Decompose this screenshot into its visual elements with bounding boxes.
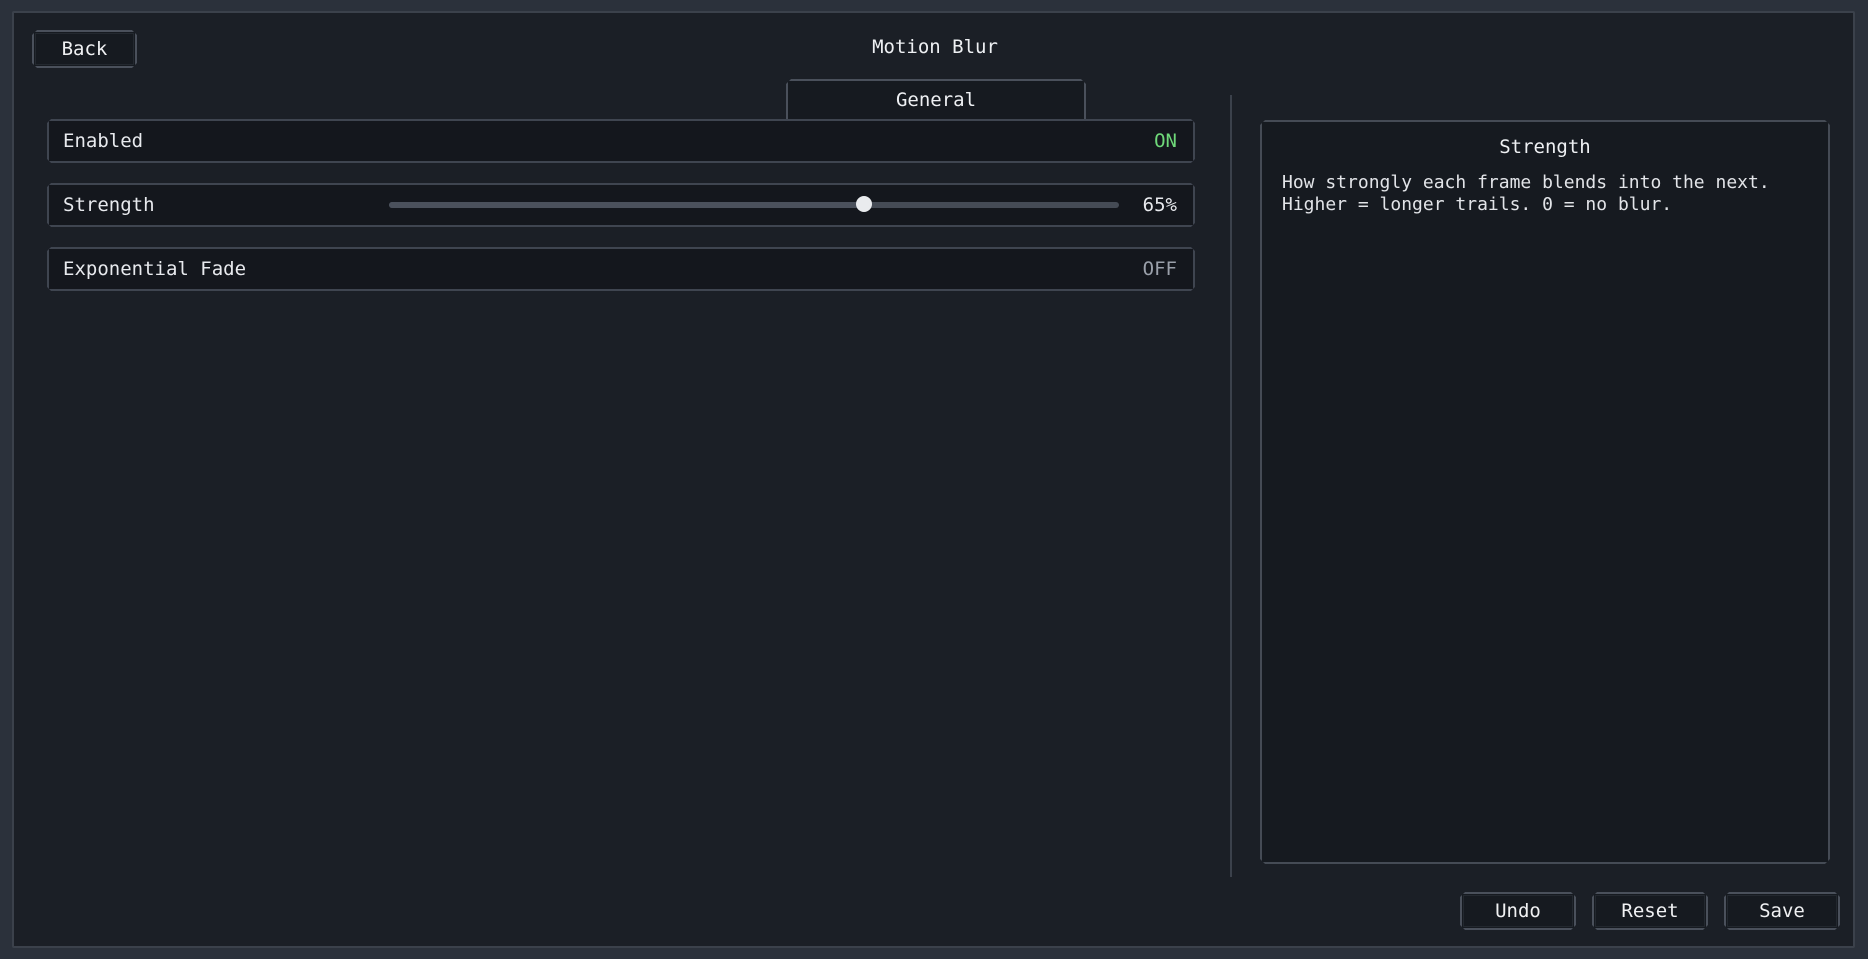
- slider-value: 65%: [1142, 194, 1177, 216]
- strength-slider-fill: [389, 202, 864, 208]
- setting-label: Exponential Fade: [63, 258, 247, 280]
- toggle-value[interactable]: OFF: [1143, 249, 1177, 289]
- info-panel-title: Strength: [1499, 136, 1591, 158]
- setting-row-strength[interactable]: Strength 65%: [47, 183, 1195, 227]
- info-panel: Strength How strongly each frame blends …: [1260, 120, 1830, 864]
- reset-button[interactable]: Reset: [1592, 892, 1708, 930]
- strength-slider-track[interactable]: [389, 202, 1119, 208]
- save-button[interactable]: Save: [1724, 892, 1840, 930]
- setting-label: Strength: [63, 194, 155, 216]
- info-description-line: Higher = longer trails. 0 = no blur.: [1282, 194, 1673, 215]
- setting-label: Enabled: [63, 130, 144, 152]
- page-title: Motion Blur: [872, 36, 998, 58]
- back-button[interactable]: Back: [32, 30, 137, 68]
- info-description-line: How strongly each frame blends into the …: [1282, 172, 1770, 193]
- tab-general[interactable]: General: [786, 79, 1086, 119]
- setting-row-exponential-fade[interactable]: Exponential Fade OFF: [47, 247, 1195, 291]
- setting-row-enabled[interactable]: Enabled ON: [47, 119, 1195, 163]
- info-panel-description: How strongly each frame blends into the …: [1282, 172, 1802, 216]
- strength-slider-thumb[interactable]: [856, 196, 872, 212]
- undo-button[interactable]: Undo: [1460, 892, 1576, 930]
- toggle-value[interactable]: ON: [1154, 121, 1177, 161]
- panel-divider: [1230, 95, 1232, 877]
